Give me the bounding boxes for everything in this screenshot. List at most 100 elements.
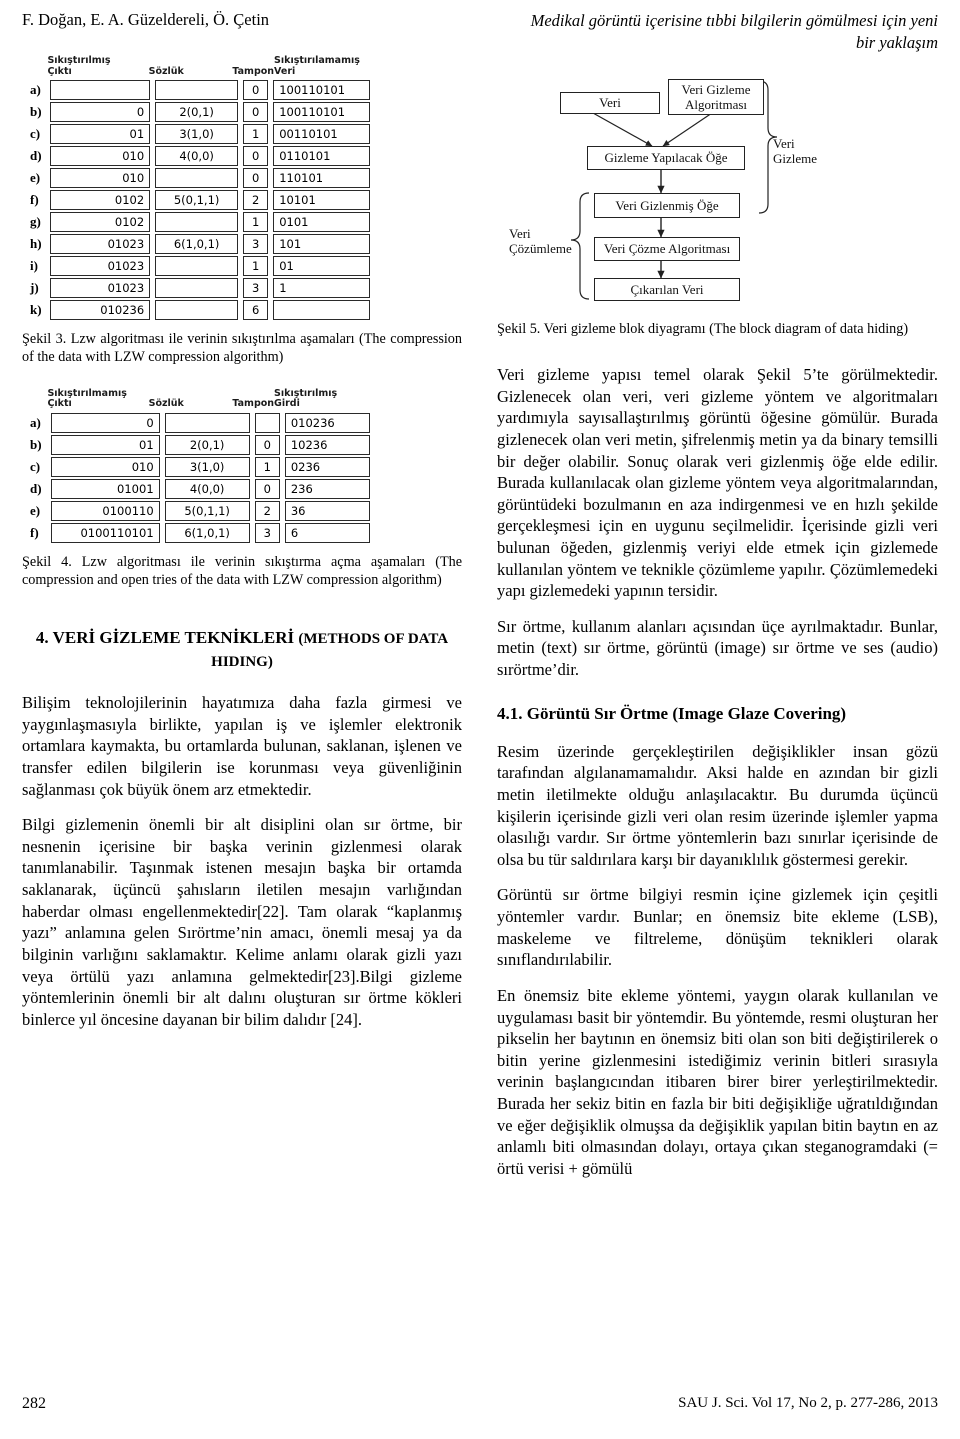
cell-output	[49, 80, 151, 101]
row-index-label: h)	[30, 236, 42, 252]
cell-dictionary	[155, 300, 239, 321]
right-paragraph-1: Veri gizleme yapısı temel olarak Şekil 5…	[497, 365, 938, 601]
cell-buffer	[254, 412, 280, 433]
cell-output: 010	[49, 168, 151, 189]
cell-buffer: 0	[243, 80, 269, 101]
cell-dictionary: 5(0,1,1)	[164, 500, 250, 521]
right-paragraph-3: Resim üzerinde gerçekleştirilen değişikl…	[497, 741, 938, 869]
cell-data: 236	[284, 478, 370, 499]
header-uncompressed-data: Sıkıştırılamamış Veri	[274, 55, 370, 77]
table-row: f) 0102 5(0,1,1) 2 10101	[30, 190, 371, 211]
cell-buffer: 1	[243, 124, 269, 145]
diagram-box-algorithm-line2: Algoritması	[684, 97, 748, 112]
cell-data: 00110101	[273, 124, 371, 145]
header-buffer: Tampon	[232, 65, 275, 77]
figure-5-caption-line2: hiding)	[867, 321, 909, 337]
table-row: j) 01023 3 1	[30, 278, 371, 299]
diagram-brace-label-data-analysis: Veri Çözümleme	[509, 226, 572, 257]
row-index-label: c)	[30, 126, 41, 142]
cell-dictionary: 3(1,0)	[155, 124, 239, 145]
figure-4-caption-line2: compression and open tries of the data w…	[22, 572, 379, 589]
cell-output: 0100110101	[51, 522, 160, 543]
cell-output: 0	[51, 412, 160, 433]
diagram-box-algorithm-line1: Veri Gizleme	[681, 81, 751, 97]
figure-4-rows: a) 0 010236 b) 01 2(0,1) 0 10236 c) 010 3(1,0) 1 023…	[30, 412, 370, 543]
table-row: e) 0100110 5(0,1,1) 2 36	[30, 500, 370, 521]
cell-buffer: 1	[254, 456, 280, 477]
right-paragraph-4: Görüntü sır örtme bilgiyi resmin içine g…	[497, 885, 938, 970]
row-index-label: b)	[30, 436, 42, 452]
figure-3-rows: a) 0 100110101 b) 0 2(0,1) 0 100110101 c) 01 3(1,0…	[30, 80, 371, 321]
journal-reference: SAU J. Sci. Vol 17, No 2, p. 277-286, 20…	[678, 1395, 938, 1411]
cell-output: 01	[49, 124, 151, 145]
header-compressed-output: Sıkıştırılmış Çıktı	[47, 55, 148, 77]
header-compressed-input-line2: Girdi	[274, 398, 300, 410]
table-row: d) 010 4(0,0) 0 0110101	[30, 146, 371, 167]
row-index-label: a)	[30, 414, 41, 430]
table-row: g) 0102 1 0101	[30, 212, 371, 233]
cell-data: 100110101	[273, 102, 371, 123]
cell-data: 010236	[284, 412, 370, 433]
row-index-label: c)	[30, 458, 41, 474]
cell-dictionary: 6(1,0,1)	[164, 522, 250, 543]
cell-buffer: 0	[243, 168, 269, 189]
cell-data: 0236	[284, 456, 370, 477]
row-index-label: d)	[30, 148, 42, 164]
cell-dictionary: 3(1,0)	[164, 456, 250, 477]
header-buffer: Tampon	[232, 398, 275, 410]
figure-3-caption-line1: Şekil 3. Lzw algoritması ile verinin sık…	[22, 331, 386, 348]
figure-3-table: Sıkıştırılmış Çıktı Sözlük Tampon Sıkışt…	[30, 55, 371, 321]
figure-4-caption-line1: Şekil 4. Lzw algoritması ile verinin sık…	[22, 553, 462, 570]
table-row: k) 010236 6	[30, 300, 371, 321]
row-index-label: a)	[30, 82, 41, 98]
section-4-heading: 4. VERİ GİZLEME TEKNİKLERİ (METHODS OF D…	[22, 627, 462, 672]
cell-buffer: 1	[243, 256, 269, 277]
diagram-brace-hiding-line2: Gizleme	[773, 151, 818, 167]
section-4-title-tr: 4. VERİ GİZLEME TEKNİKLERİ	[35, 628, 299, 648]
table-row: b) 0 2(0,1) 0 100110101	[30, 102, 371, 123]
row-index-label: f)	[30, 524, 39, 540]
header-dictionary: Sözlük	[148, 65, 184, 77]
row-index-label: g)	[30, 214, 41, 230]
header-uncompressed-output: Sıkıştırılmamış Çıktı	[47, 388, 148, 410]
cell-data: 0110101	[273, 146, 371, 167]
cell-dictionary	[155, 168, 239, 189]
cell-buffer: 0	[254, 434, 280, 455]
row-index-label: k)	[30, 302, 42, 318]
figure-5-caption: Şekil 5. Veri gizleme blok diyagramı (Th…	[497, 320, 938, 338]
right-paragraph-5: En önemsiz bite ekleme yöntemi, yaygın o…	[497, 985, 938, 1178]
table-row: c) 010 3(1,0) 1 0236	[30, 456, 370, 477]
diagram-box-hidden-item: Veri Gizlenmiş Öğe	[594, 193, 740, 218]
cell-dictionary	[155, 256, 239, 277]
cell-data: 100110101	[273, 80, 371, 101]
header-uncompressed-output-line2: Çıktı	[47, 398, 72, 410]
cell-output: 01	[51, 434, 160, 455]
cell-data: 10101	[273, 190, 371, 211]
row-index-label: j)	[30, 280, 39, 296]
table-row: i) 01023 1 01	[30, 256, 371, 277]
running-head-title: Medikal görüntü içerisine tıbbi bilgiler…	[531, 10, 938, 54]
document-page: F. Doğan, E. A. Güzeldereli, Ö. Çetin Me…	[0, 0, 960, 1439]
cell-buffer: 2	[243, 190, 269, 211]
cell-data: 1	[273, 278, 371, 299]
cell-output: 01023	[49, 256, 151, 277]
header-dictionary: Sözlük	[148, 398, 184, 410]
diagram-box-extracted-data: Çıkarılan Veri	[594, 278, 740, 301]
page-footer: 282 SAU J. Sci. Vol 17, No 2, p. 277-286…	[22, 1395, 938, 1413]
cell-buffer: 0	[254, 478, 280, 499]
figure-4-table-header: Sıkıştırılmamış Çıktı Sözlük Tampon Sıkı…	[30, 388, 370, 410]
subsection-4-1-heading: 4.1. Görüntü Sır Örtme (Image Glaze Cove…	[497, 703, 847, 723]
figure-5-block-diagram: Veri Veri Gizleme Algoritması Gizleme Ya…	[497, 56, 938, 306]
row-index-label: e)	[30, 502, 41, 518]
table-row: a) 0 010236	[30, 412, 370, 433]
cell-data: 0101	[273, 212, 371, 233]
cell-dictionary: 5(0,1,1)	[155, 190, 239, 211]
row-index-label: d)	[30, 480, 42, 496]
cell-output: 01023	[49, 278, 151, 299]
cell-buffer: 1	[243, 212, 269, 233]
page-number: 282	[22, 1395, 46, 1412]
cell-data: 01	[273, 256, 371, 277]
cell-dictionary	[155, 80, 239, 101]
cell-buffer: 3	[243, 278, 269, 299]
diagram-brace-label-data-hiding: Veri Gizleme	[773, 136, 817, 167]
